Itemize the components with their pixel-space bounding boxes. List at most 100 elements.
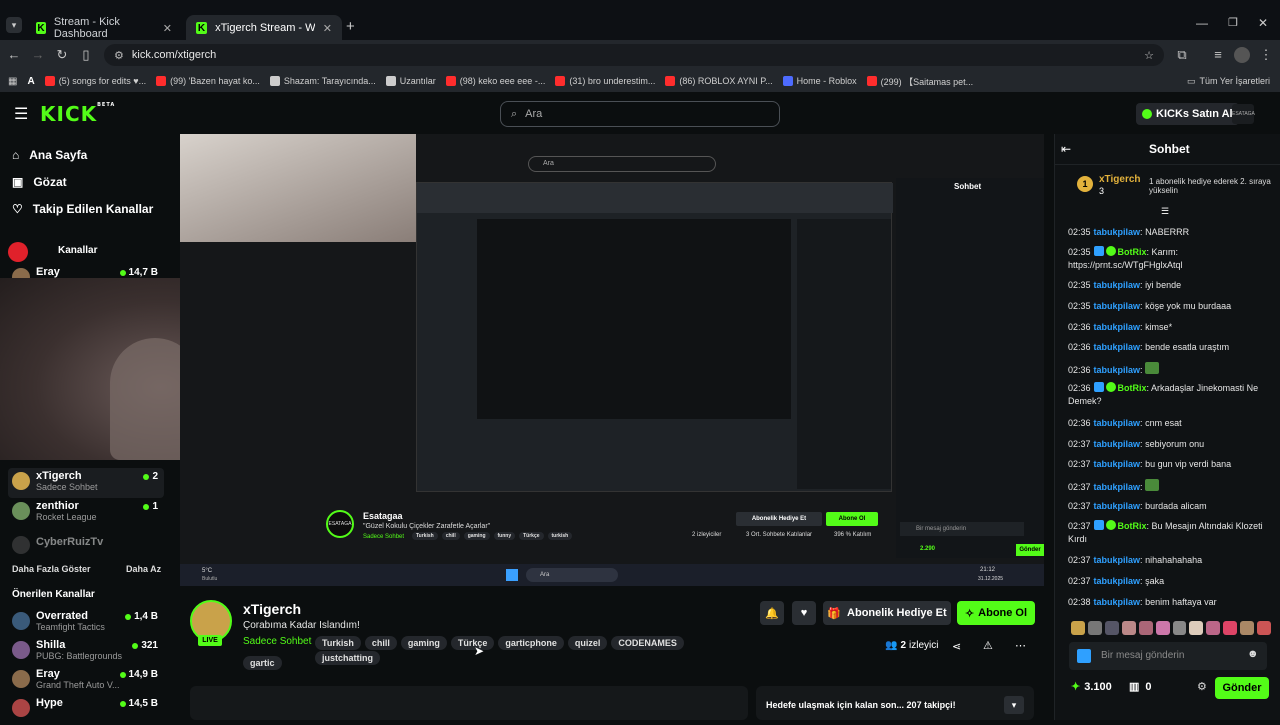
emote-icon[interactable] <box>1138 621 1153 635</box>
bookmark-item[interactable]: (31) bro underestim... <box>555 76 655 86</box>
emote-icon[interactable] <box>1189 621 1204 635</box>
sidebar-channel[interactable]: zenthior Rocket League 1 <box>8 498 164 528</box>
font-bookmark-icon[interactable]: A <box>27 76 34 87</box>
bookmark-item[interactable]: (98) keko eee eee -... <box>445 76 545 86</box>
report-icon[interactable]: ⚠ <box>983 639 993 652</box>
all-bookmarks[interactable]: ▭ Tüm Yer İşaretleri <box>1187 76 1270 87</box>
subscribe-button[interactable]: ✧ Abone Ol <box>957 601 1035 625</box>
sidebar-channel[interactable]: xTigerch Sadece Sohbet 2 <box>8 468 164 498</box>
gift-subscription-button[interactable]: 🎁 Abonelik Hediye Et <box>823 601 951 625</box>
share-icon[interactable]: ⋖ <box>952 640 961 653</box>
kick-logo[interactable]: KICKBETA <box>40 102 115 126</box>
stream-tag[interactable]: gartic <box>243 656 282 670</box>
menu-kebab-icon[interactable]: ⋮ <box>1258 47 1274 63</box>
expand-leaderboard-icon[interactable]: ☰ <box>1161 206 1169 217</box>
nav-browse[interactable]: ▣ Gözat <box>12 175 67 189</box>
buy-kicks-button[interactable]: KICKs Satın Al <box>1136 103 1239 125</box>
emote-icon[interactable] <box>1172 621 1187 635</box>
message-username[interactable]: BotRix <box>1118 247 1147 257</box>
site-info-icon[interactable]: ⚙ <box>114 49 124 62</box>
message-username[interactable]: tabukpilaw <box>1094 482 1141 492</box>
sidebar-channel[interactable]: CyberRuizTv <box>8 532 164 562</box>
emote-icon[interactable] <box>1087 621 1102 635</box>
message-username[interactable]: tabukpilaw <box>1094 301 1141 311</box>
message-username[interactable]: tabukpilaw <box>1094 322 1141 332</box>
minimize-button[interactable]: — <box>1196 16 1208 30</box>
chat-input[interactable]: Bir mesaj gönderin ☻ <box>1069 642 1267 670</box>
chat-settings-icon[interactable]: ⚙ <box>1197 680 1207 693</box>
message-username[interactable]: tabukpilaw <box>1094 501 1141 511</box>
emote-icon[interactable] <box>1240 621 1255 635</box>
stream-tag[interactable]: Turkish <box>315 636 361 650</box>
kicks-balance[interactable]: ✦ 3.100 <box>1071 680 1112 694</box>
message-username[interactable]: tabukpilaw <box>1094 439 1141 449</box>
stream-tag[interactable]: gaming <box>400 636 447 650</box>
emote-icon[interactable] <box>1104 621 1119 635</box>
browser-tab-dashboard[interactable]: K Stream - Kick Dashboard ✕ <box>26 15 182 41</box>
stream-tag[interactable]: garticphone <box>498 636 564 650</box>
message-username[interactable]: tabukpilaw <box>1094 576 1141 586</box>
sidebar-channel[interactable]: Shilla PUBG: Battlegrounds 321 <box>8 637 164 667</box>
bookmark-item[interactable]: (5) songs for edits ♥... <box>44 76 146 86</box>
extensions-icon[interactable]: ⧉ <box>1174 47 1190 63</box>
favorite-heart-button[interactable]: ♥ <box>792 601 816 625</box>
message-username[interactable]: tabukpilaw <box>1094 342 1141 352</box>
stream-tag[interactable]: Türkçe <box>450 636 495 650</box>
bookmark-item[interactable]: Uzantılar <box>385 76 436 86</box>
send-button[interactable]: Gönder <box>1215 677 1269 699</box>
bookmark-item[interactable]: (86) ROBLOX AYNI P... <box>665 76 773 86</box>
stream-tag[interactable]: quizel <box>567 636 608 650</box>
tab-search-button[interactable]: ▾ <box>6 17 22 33</box>
message-username[interactable]: tabukpilaw <box>1094 227 1141 237</box>
stream-category[interactable]: Sadece Sohbet <box>243 636 311 647</box>
nav-home[interactable]: ⌂ Ana Sayfa <box>12 148 87 162</box>
message-username[interactable]: tabukpilaw <box>1094 280 1141 290</box>
emoji-icon[interactable]: ☻ <box>1247 648 1259 660</box>
url-field[interactable]: ⚙ kick.com/xtigerch ☆ <box>104 44 1164 66</box>
bookmark-item[interactable]: (299) 【Saitamas pet... <box>866 75 973 88</box>
pinned-leaderboard[interactable]: 1 xTigerch 3 1 abonelik hediye ederek 2.… <box>1077 174 1277 202</box>
show-more-button[interactable]: Daha Fazla Göster <box>12 564 91 574</box>
bookmark-item[interactable]: Shazam: Tarayıcında... <box>269 76 376 86</box>
close-window-button[interactable]: ✕ <box>1258 16 1268 30</box>
notifications-bell-button[interactable]: 🔔 <box>760 601 784 625</box>
sidebar-channel[interactable]: Eray Grand Theft Auto V... 14,9 B <box>8 666 164 696</box>
apps-grid-icon[interactable]: ▦ <box>8 76 17 87</box>
message-username[interactable]: BotRix <box>1118 383 1147 393</box>
user-avatar[interactable]: ESATAGA <box>1232 104 1255 124</box>
bookmark-item[interactable]: (99) 'Bazen hayat ko... <box>156 76 260 86</box>
bookmark-item[interactable]: Home - Roblox <box>782 76 857 86</box>
sidebar-channel[interactable]: Hype 14,5 B <box>8 695 164 725</box>
gifts-balance[interactable]: ▥ 0 <box>1129 680 1152 694</box>
profile-avatar[interactable] <box>1234 47 1250 63</box>
message-username[interactable]: tabukpilaw <box>1094 597 1141 607</box>
more-icon[interactable]: ⋯ <box>1015 639 1026 652</box>
media-icon[interactable]: ≡ <box>1210 47 1226 63</box>
message-username[interactable]: tabukpilaw <box>1094 459 1141 469</box>
nav-following[interactable]: ♡ Takip Edilen Kanallar <box>12 202 153 216</box>
emote-icon[interactable] <box>1206 621 1221 635</box>
search-input[interactable]: ⌕ Ara <box>500 101 780 127</box>
emote-icon[interactable] <box>1155 621 1170 635</box>
streamer-name[interactable]: xTigerch <box>243 601 301 617</box>
message-username[interactable]: tabukpilaw <box>1094 555 1141 565</box>
message-username[interactable]: tabukpilaw <box>1094 418 1141 428</box>
goal-toggle-icon[interactable]: ▾ <box>1004 696 1024 714</box>
message-username[interactable]: BotRix <box>1118 521 1147 531</box>
stream-tag[interactable]: CODENAMES <box>611 636 684 650</box>
new-tab-button[interactable]: + <box>346 18 355 35</box>
show-less-button[interactable]: Daha Az <box>126 564 161 574</box>
hamburger-menu-icon[interactable]: ☰ <box>14 104 28 124</box>
emote-icon[interactable] <box>1223 621 1238 635</box>
emote-icon[interactable] <box>1121 621 1136 635</box>
maximize-button[interactable]: ❐ <box>1228 16 1238 29</box>
stream-tag[interactable]: chill <box>364 636 397 650</box>
forward-icon[interactable]: → <box>30 47 46 63</box>
video-player[interactable]: Ara Sohbet Bir mesaj gönderin Gönder 2.2… <box>180 134 1044 586</box>
close-tab-icon[interactable]: ✕ <box>163 22 172 35</box>
sidepanel-icon[interactable]: ▯ <box>78 47 94 63</box>
bookmark-star-icon[interactable]: ☆ <box>1144 49 1154 62</box>
stream-tag[interactable]: justchatting <box>315 651 380 665</box>
emote-icon[interactable] <box>1257 621 1272 635</box>
reload-icon[interactable]: ↻ <box>54 47 70 63</box>
